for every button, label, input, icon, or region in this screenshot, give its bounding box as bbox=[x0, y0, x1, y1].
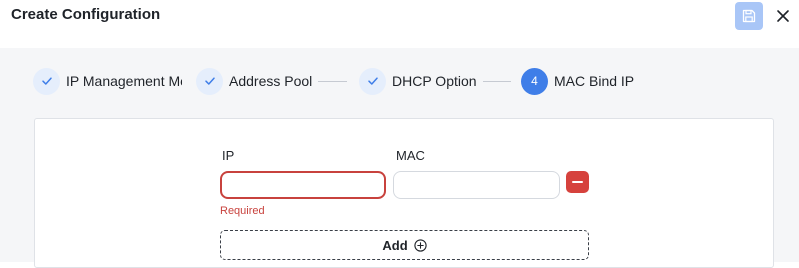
step-label: Address Pool bbox=[229, 73, 313, 89]
mac-input[interactable] bbox=[393, 171, 560, 199]
step-number-circle: 4 bbox=[521, 67, 548, 95]
step-label: MAC Bind IP bbox=[554, 73, 635, 89]
check-icon bbox=[367, 77, 378, 85]
step-ip-management-method[interactable]: IP Management Method bbox=[33, 67, 182, 95]
step-status-circle bbox=[359, 67, 386, 95]
step-dhcp-option[interactable]: DHCP Option bbox=[359, 67, 477, 95]
close-button[interactable] bbox=[774, 7, 792, 25]
step-label: DHCP Option bbox=[392, 73, 477, 89]
plus-circle-icon bbox=[413, 238, 427, 252]
add-button-label: Add bbox=[382, 237, 408, 253]
minus-icon bbox=[572, 181, 583, 183]
add-row-button[interactable]: Add bbox=[220, 230, 589, 260]
stepper: IP Management Method Address Pool DHCP O… bbox=[0, 48, 799, 116]
mac-column-label: MAC bbox=[396, 148, 425, 163]
step-address-pool[interactable]: Address Pool bbox=[196, 67, 312, 95]
ip-error-message: Required bbox=[220, 205, 265, 217]
step-connector bbox=[318, 81, 347, 82]
ip-column-label: IP bbox=[222, 148, 235, 163]
save-button[interactable] bbox=[735, 2, 763, 30]
remove-row-button[interactable] bbox=[566, 171, 589, 193]
step-mac-bind-ip[interactable]: 4 MAC Bind IP bbox=[521, 67, 634, 95]
step-connector bbox=[483, 81, 511, 82]
step-status-circle bbox=[196, 67, 223, 95]
check-icon bbox=[41, 77, 52, 85]
dialog-header: Create Configuration bbox=[0, 0, 799, 38]
step-status-circle bbox=[33, 67, 60, 95]
step-label: IP Management Method bbox=[66, 73, 182, 89]
ip-input[interactable] bbox=[220, 171, 386, 199]
check-icon bbox=[204, 77, 215, 85]
save-icon bbox=[742, 9, 756, 23]
dialog-title: Create Configuration bbox=[11, 6, 161, 23]
close-icon bbox=[777, 10, 789, 22]
